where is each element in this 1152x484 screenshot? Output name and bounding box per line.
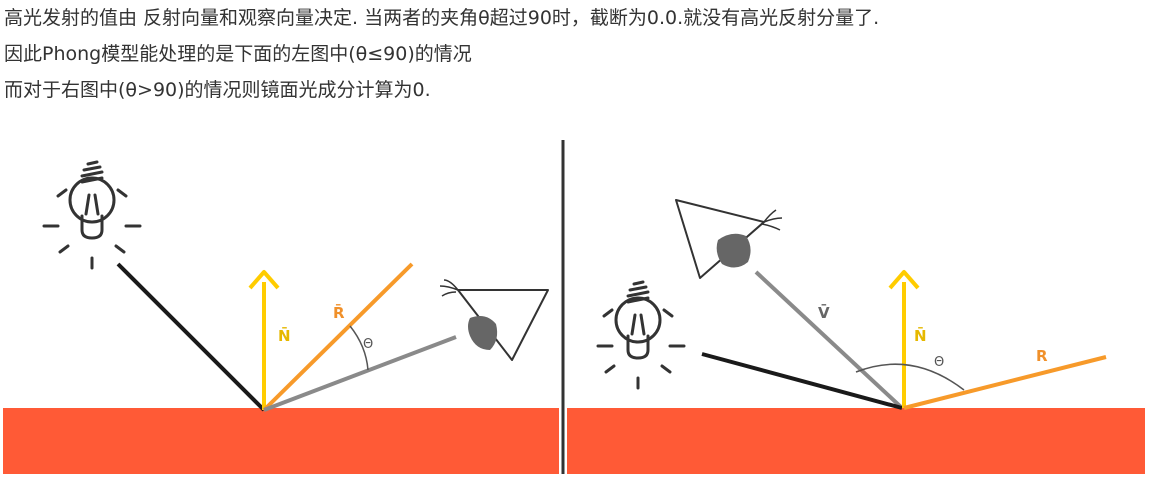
left-light-ray (116, 262, 266, 412)
right-reflect-label: R (1036, 347, 1048, 365)
phong-specular-diagram: N̄ R̄ Θ V̄ N̄ Θ R (3, 140, 1145, 474)
left-eye-icon (439, 279, 549, 361)
left-diagram: N̄ R̄ Θ (42, 160, 549, 412)
left-surface (3, 408, 559, 474)
right-light-bulb-icon (596, 280, 686, 390)
right-surface (567, 408, 1145, 474)
right-eye-icon (675, 199, 783, 279)
right-diagram: V̄ N̄ Θ R (596, 199, 1107, 410)
right-angle-label: Θ (934, 355, 944, 370)
right-view-label: V̄ (818, 302, 830, 322)
right-angle-arc (855, 363, 965, 391)
left-view-vector (263, 335, 457, 412)
left-normal-label: N̄ (278, 325, 291, 345)
left-reflect-label: R̄ (333, 302, 345, 322)
left-light-bulb-icon (42, 160, 142, 270)
right-normal-label: N̄ (914, 325, 927, 345)
left-angle-label: Θ (363, 337, 373, 352)
